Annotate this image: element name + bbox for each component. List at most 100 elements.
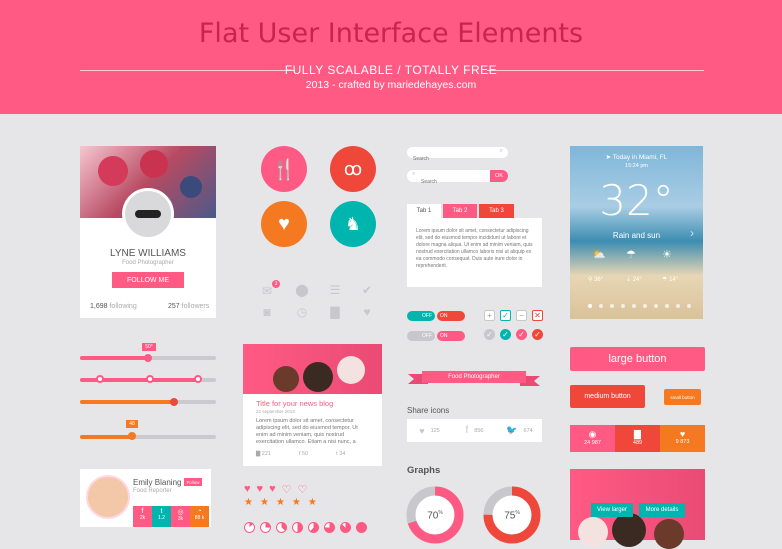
- toggle-off[interactable]: OFF: [407, 331, 435, 341]
- deer-icon[interactable]: ♞: [330, 201, 376, 247]
- heart-full-icon[interactable]: ♥: [269, 483, 276, 496]
- carousel-dot[interactable]: [588, 304, 592, 308]
- weather-temp: 32°: [599, 176, 674, 225]
- camera-icon[interactable]: ◙: [259, 305, 275, 319]
- toggle-on[interactable]: ON: [437, 311, 465, 321]
- eye-icon: ◉: [588, 429, 597, 439]
- carousel-dot[interactable]: [599, 304, 603, 308]
- checkbox-close[interactable]: ✕: [532, 310, 543, 321]
- slider-3[interactable]: [80, 400, 216, 404]
- search-field-2[interactable]: ⌕ OK: [407, 170, 508, 188]
- search-icon: ⌕: [499, 148, 503, 154]
- heart-full-icon[interactable]: ♥: [257, 483, 264, 496]
- chat-icon[interactable]: ▇: [327, 305, 343, 319]
- radio-check[interactable]: ✓: [500, 329, 511, 340]
- carousel-dot[interactable]: [632, 304, 636, 308]
- tab-2[interactable]: Tab 2: [443, 204, 477, 218]
- carousel-dots[interactable]: [588, 304, 691, 308]
- radio-check[interactable]: ✓: [516, 329, 527, 340]
- star-icon[interactable]: ★: [260, 497, 269, 508]
- checkbox-checked[interactable]: ✓: [500, 310, 511, 321]
- likes-stat[interactable]: ♥ 9 873: [660, 425, 705, 452]
- checkbox-minus[interactable]: −: [516, 310, 527, 321]
- rss-stat[interactable]: ◔ 88 k: [190, 506, 209, 527]
- heart-full-icon[interactable]: ♥: [244, 483, 251, 496]
- heart-rating[interactable]: ♥ ♥ ♥ ♡ ♡: [244, 483, 307, 496]
- twitter-icon: 🐦: [506, 425, 518, 435]
- heart-icon[interactable]: ♥: [261, 201, 307, 247]
- heart-outline-icon[interactable]: ♡: [297, 483, 307, 496]
- ribbon-icon[interactable]: ꝏ: [330, 146, 376, 192]
- blog-title[interactable]: Title for your news blog: [256, 399, 333, 408]
- graphs-title: Graphs: [407, 465, 441, 476]
- medium-button[interactable]: medium button: [570, 385, 645, 408]
- radio-check[interactable]: ✓: [532, 329, 543, 340]
- views-stat[interactable]: ◉ 24 987: [570, 425, 615, 452]
- profile-role: Food Photographer: [122, 260, 174, 266]
- star-icon[interactable]: ★: [292, 497, 301, 508]
- slider-handle[interactable]: [128, 432, 136, 440]
- facebook-share[interactable]: f 50: [299, 451, 308, 457]
- toggle-off[interactable]: OFF: [407, 311, 435, 321]
- search-field-1[interactable]: ⌕: [407, 147, 508, 165]
- star-icon[interactable]: ★: [308, 497, 317, 508]
- facebook-share[interactable]: f 856: [452, 425, 497, 436]
- sun-icon: ☀: [662, 249, 672, 261]
- star-rating[interactable]: ★ ★ ★ ★ ★: [244, 497, 317, 508]
- food-icon[interactable]: 🍴: [261, 146, 307, 192]
- follow-badge[interactable]: Follow: [184, 478, 202, 486]
- view-larger-button[interactable]: View larger: [591, 503, 633, 517]
- weather-location: ➤ Today in Miami, FL: [605, 154, 668, 161]
- comments-stat[interactable]: ▇ 489: [615, 425, 660, 452]
- checkbox-plus[interactable]: +: [484, 310, 495, 321]
- slider-4[interactable]: [80, 435, 216, 439]
- follow-button[interactable]: FOLLOW ME: [112, 272, 184, 288]
- search-input[interactable]: [407, 153, 493, 165]
- tab-1[interactable]: Tab 1: [407, 204, 441, 218]
- small-button[interactable]: small button: [664, 389, 701, 405]
- ribbon: Food Photographer: [408, 371, 540, 387]
- carousel-dot[interactable]: [654, 304, 658, 308]
- toggle-on[interactable]: ON: [437, 331, 465, 341]
- slider-handle[interactable]: [144, 354, 152, 362]
- twitter-share[interactable]: 🐦 674: [497, 425, 542, 436]
- clock-icon[interactable]: ◷: [294, 305, 310, 319]
- twitter-icon: t: [160, 508, 163, 515]
- star-icon[interactable]: ★: [276, 497, 285, 508]
- search-input[interactable]: [407, 176, 487, 188]
- twitter-share[interactable]: t 34: [336, 451, 345, 457]
- location-icon[interactable]: ⬤: [294, 283, 310, 297]
- carousel-dot[interactable]: [643, 304, 647, 308]
- carousel-dot[interactable]: [687, 304, 691, 308]
- slider-handle[interactable]: [194, 375, 202, 383]
- heart-outline-icon[interactable]: ♡: [282, 483, 292, 496]
- search-ok-button[interactable]: OK: [490, 170, 508, 182]
- tab-3[interactable]: Tab 3: [479, 204, 514, 218]
- twitter-stat[interactable]: t 1.2: [152, 506, 171, 527]
- dribbble-icon: ◎: [177, 509, 184, 516]
- carousel-dot[interactable]: [676, 304, 680, 308]
- menu-icon[interactable]: ☰: [327, 283, 343, 297]
- slider-handle[interactable]: [146, 375, 154, 383]
- comments-stat[interactable]: ▇ 221: [256, 451, 271, 457]
- carousel-dot[interactable]: [610, 304, 614, 308]
- radio-check[interactable]: ✓: [484, 329, 495, 340]
- heart-outline-icon[interactable]: ♥: [359, 305, 375, 319]
- large-button[interactable]: large button: [570, 347, 705, 371]
- check-icon[interactable]: ✔: [359, 283, 375, 297]
- slider-handle[interactable]: [170, 398, 178, 406]
- more-details-button[interactable]: More details: [639, 503, 685, 517]
- blog-image: [243, 344, 382, 394]
- slider-handle[interactable]: [96, 375, 104, 383]
- star-icon[interactable]: ★: [244, 497, 253, 508]
- carousel-dot[interactable]: [665, 304, 669, 308]
- like-share[interactable]: ♥ 125: [407, 426, 452, 436]
- carousel-dot[interactable]: [621, 304, 625, 308]
- credit-text: 2013 - crafted by mariedehayes.com: [305, 79, 477, 91]
- heart-icon: ♥: [419, 425, 425, 436]
- chevron-right-icon[interactable]: ›: [690, 226, 694, 240]
- facebook-stat[interactable]: f 2k: [133, 506, 152, 527]
- dribbble-stat[interactable]: ◎ 3k: [171, 506, 190, 527]
- blog-meta: ▇ 221 f 50 t 34: [256, 451, 345, 457]
- following-stat: 1,698 following: [90, 303, 137, 310]
